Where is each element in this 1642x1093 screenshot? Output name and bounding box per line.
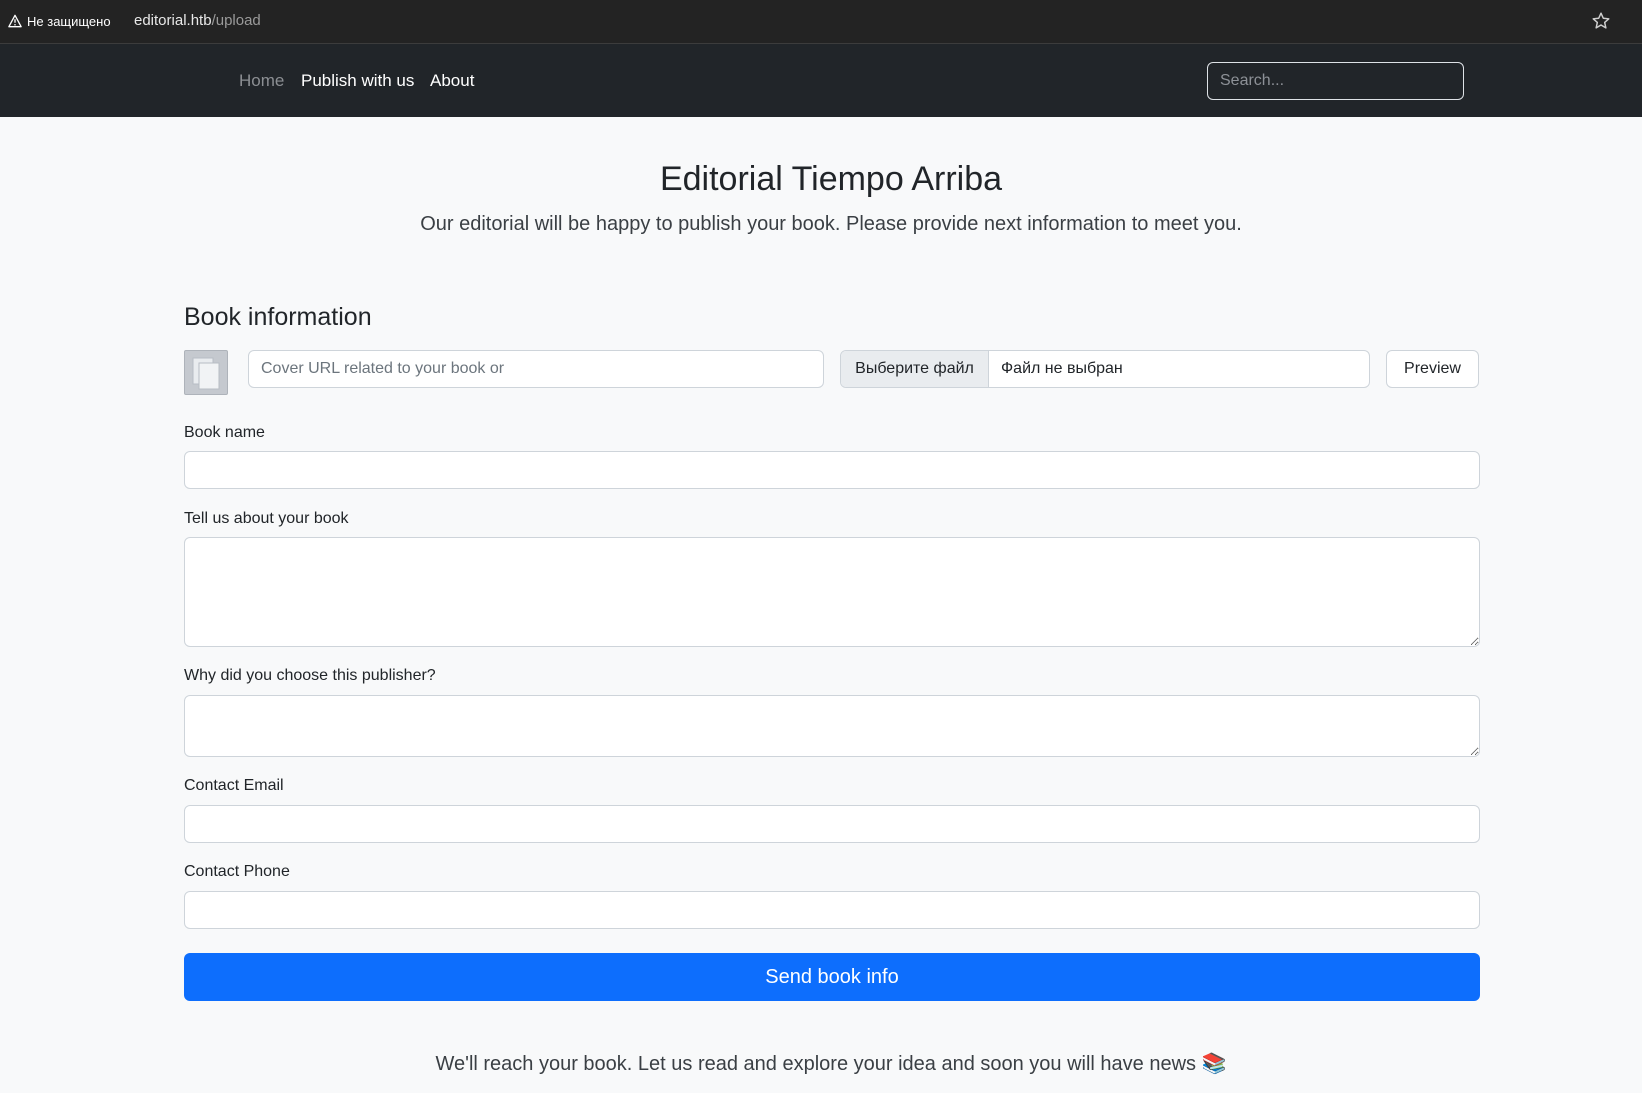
- book-name-input[interactable]: [184, 451, 1480, 489]
- nav-link-publish[interactable]: Publish with us: [301, 70, 414, 92]
- publisher-textarea[interactable]: [184, 695, 1480, 757]
- cover-url-input[interactable]: [248, 350, 824, 388]
- footer-note: We'll reach your book. Let us read and e…: [435, 1053, 1227, 1075]
- page-subtitle: Our editorial will be happy to publish y…: [420, 213, 1242, 235]
- cover-preview-image: [184, 350, 228, 395]
- phone-field[interactable]: [184, 891, 1480, 929]
- about-textarea[interactable]: [184, 537, 1480, 647]
- page-title: Editorial Tiempo Arriba: [659, 160, 1003, 198]
- url-host: editorial.htb: [134, 12, 212, 29]
- file-status: Файл не выбран: [1001, 360, 1123, 377]
- email-field[interactable]: [184, 805, 1480, 843]
- security-label: Не защищено: [27, 13, 111, 29]
- publisher-label: Why did you choose this publisher?: [184, 667, 436, 684]
- nav-link-about[interactable]: About: [430, 70, 474, 92]
- file-input[interactable]: Выберите файл Файл не выбран: [840, 350, 1370, 388]
- url-field[interactable]: editorial.htb/upload: [134, 11, 261, 31]
- url-path: /upload: [211, 12, 261, 29]
- choose-file-button[interactable]: Выберите файл: [841, 351, 989, 387]
- phone-label: Contact Phone: [184, 863, 290, 880]
- warning-icon: [8, 14, 22, 28]
- bookmark-star-icon[interactable]: [1590, 10, 1612, 32]
- section-title: Book information: [184, 303, 372, 331]
- book-name-label: Book name: [184, 424, 265, 441]
- preview-button[interactable]: Preview: [1386, 350, 1479, 388]
- email-label: Contact Email: [184, 777, 284, 794]
- image-placeholder-icon: [192, 357, 220, 390]
- browser-address-bar: Не защищено editorial.htb/upload: [0, 0, 1642, 44]
- send-book-info-button[interactable]: Send book info: [184, 953, 1480, 1001]
- site-navbar: Home Publish with us About: [0, 44, 1642, 117]
- nav-link-home[interactable]: Home: [239, 70, 284, 92]
- about-label: Tell us about your book: [184, 510, 349, 527]
- search-input[interactable]: [1207, 62, 1464, 100]
- security-indicator[interactable]: Не защищено: [8, 11, 111, 31]
